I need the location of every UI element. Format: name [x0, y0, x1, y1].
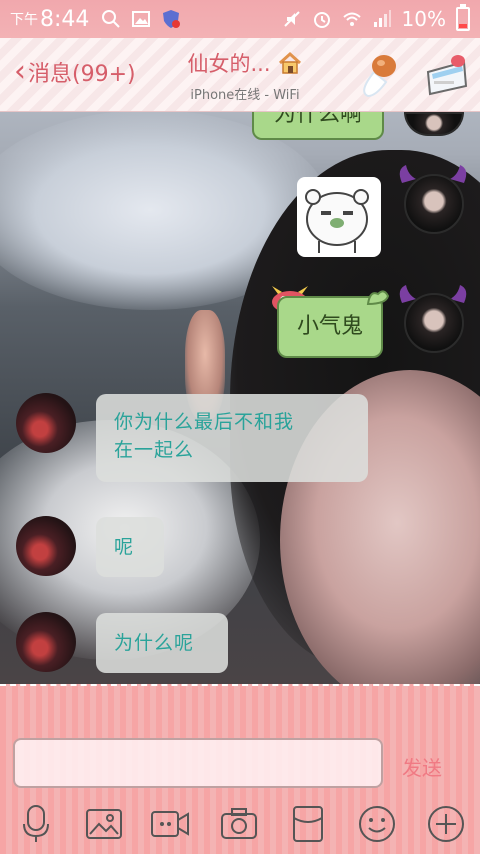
red-packet-icon[interactable]: [288, 804, 328, 844]
message-text: 为什么啊: [273, 112, 362, 127]
gallery-icon: [132, 11, 151, 27]
message-text: 呢: [114, 536, 135, 558]
alarm-icon: [313, 12, 330, 28]
clock: 8:44: [40, 6, 90, 32]
wifi-icon: [342, 12, 361, 26]
microphone-icon[interactable]: [16, 804, 56, 844]
message-text-line: 在一起么: [114, 439, 195, 461]
message-text: 小气鬼: [296, 314, 363, 339]
back-button[interactable]: ‹ 消息(99+): [14, 56, 136, 88]
chat-title: 仙女的...: [187, 48, 302, 78]
plus-icon[interactable]: [426, 804, 466, 844]
battery-percentage: 10%: [401, 7, 446, 31]
shield-icon: [163, 10, 181, 28]
bubble-tail-decoration: [366, 290, 390, 306]
time-prefix: 下午: [10, 12, 38, 28]
message-right-sticker[interactable]: [297, 177, 381, 257]
message-text-line: 你为什么最后不和我: [114, 411, 295, 433]
status-bar: 下午 8:44 10%: [0, 0, 480, 38]
avatar-self[interactable]: [404, 174, 464, 234]
signal-icon: [373, 10, 391, 27]
avatar-contact[interactable]: [16, 612, 76, 672]
message-input[interactable]: [13, 738, 383, 788]
online-status: iPhone在线 - WiFi: [190, 88, 300, 103]
message-bubble[interactable]: 为什么啊: [252, 112, 384, 140]
home-icon: [278, 51, 301, 74]
avatar-contact[interactable]: [16, 393, 76, 453]
bear-sticker: [305, 189, 369, 253]
message-text: 为什么呢: [114, 632, 195, 654]
chat-header: ‹ 消息(99+) 仙女的... iPhone在线 - WiFi: [0, 38, 480, 112]
battery-icon: [456, 4, 470, 31]
message-bubble[interactable]: 为什么呢: [96, 613, 228, 673]
chevron-left-icon: ‹: [14, 54, 26, 89]
message-bubble[interactable]: 你为什么最后不和我 在一起么: [96, 394, 368, 482]
mute-icon: [283, 11, 300, 27]
avatar-contact[interactable]: [16, 516, 76, 576]
message-bubble[interactable]: 呢: [96, 517, 164, 577]
send-button[interactable]: 发送: [402, 752, 442, 781]
message-right-partial: 为什么啊: [252, 112, 386, 142]
composer-bar: 发送: [0, 684, 480, 854]
emoji-icon[interactable]: [357, 804, 397, 844]
camera-icon[interactable]: [219, 804, 259, 844]
video-call-icon[interactable]: [150, 804, 190, 844]
chicken-leg-icon[interactable]: [356, 52, 400, 98]
contact-card-icon[interactable]: [424, 52, 470, 98]
search-icon: [102, 10, 121, 28]
chat-title-area[interactable]: 仙女的... iPhone在线 - WiFi: [150, 48, 340, 103]
back-label: 消息(99+): [28, 62, 136, 87]
image-icon[interactable]: [84, 804, 124, 844]
contact-name: 仙女的...: [187, 52, 271, 76]
avatar-self[interactable]: [404, 293, 464, 353]
composer-toolbar: [0, 804, 480, 848]
